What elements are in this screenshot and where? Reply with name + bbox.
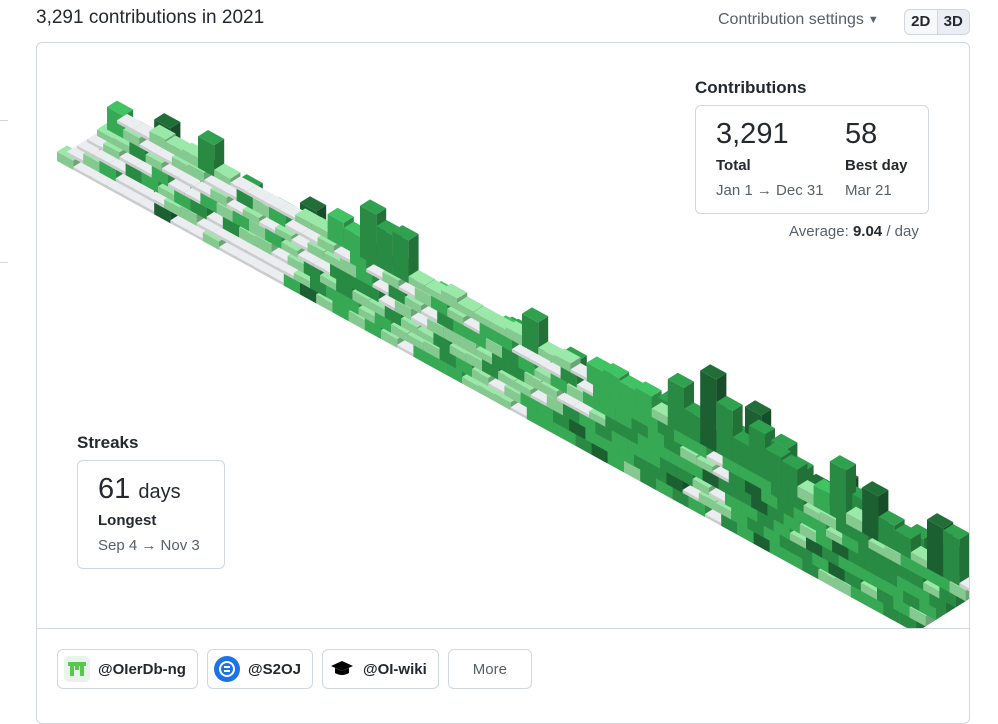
streaks-card: 61 days Longest Sep 4 → Nov 3 (77, 460, 225, 569)
org-chip-oierdb[interactable]: @OIerDb-ng (57, 649, 198, 689)
longest-streak-value: 61 days (98, 473, 200, 506)
side-divider (0, 120, 8, 121)
s2oj-icon (213, 656, 240, 682)
org-name: @OI-wiki (362, 660, 427, 678)
average-suffix: / day (886, 223, 919, 240)
total-label: Total (716, 157, 751, 174)
view-toggle[interactable]: 2D 3D (904, 9, 970, 35)
contribution-settings-label: Contribution settings (718, 11, 864, 28)
panel-divider (37, 628, 969, 629)
org-chip-s2oj[interactable]: @S2OJ (206, 649, 313, 689)
contribution-bar (943, 524, 969, 586)
org-chip-oi-wiki[interactable]: @OI-wiki (321, 649, 439, 689)
longest-streak-range: Sep 4 → Nov 3 (98, 537, 200, 554)
longest-streak-unit: days (138, 481, 181, 503)
longest-streak-label: Longest (98, 512, 157, 529)
view-3d-button[interactable]: 3D (936, 10, 969, 34)
org-name: @OIerDb-ng (98, 660, 186, 678)
contribution-panel: Contributions 3,291 Total Jan 1 → Dec 31… (36, 42, 970, 724)
best-day-date: Mar 21 (845, 182, 892, 199)
oierdb-icon (64, 656, 90, 682)
side-divider (0, 262, 8, 263)
view-2d-button[interactable]: 2D (905, 10, 937, 34)
more-orgs-button[interactable]: More (447, 649, 532, 689)
caret-down-icon: ▼ (867, 14, 879, 26)
contributions-headline: 3,291 contributions in 2021 (36, 7, 265, 28)
oi-wiki-icon (329, 656, 355, 682)
average-value: 9.04 (852, 223, 883, 240)
contributions-card: 3,291 Total Jan 1 → Dec 31 58 Best day M… (695, 105, 929, 214)
total-range: Jan 1 → Dec 31 (716, 182, 824, 199)
average-prefix: Average: (789, 223, 849, 240)
total-value: 3,291 (716, 118, 789, 150)
average-per-day: Average: 9.04 / day (789, 223, 919, 240)
contributions-title: Contributions (695, 78, 807, 97)
contribution-settings-dropdown[interactable]: Contribution settings ▼ (718, 11, 879, 29)
org-name: @S2OJ (247, 660, 301, 678)
best-day-label: Best day (845, 157, 908, 174)
streaks-title: Streaks (77, 433, 139, 452)
best-day-value: 58 (845, 118, 878, 150)
organization-list: @OIerDb-ng @S2OJ @OI-wiki More (57, 649, 532, 689)
longest-streak-number: 61 (98, 473, 131, 505)
